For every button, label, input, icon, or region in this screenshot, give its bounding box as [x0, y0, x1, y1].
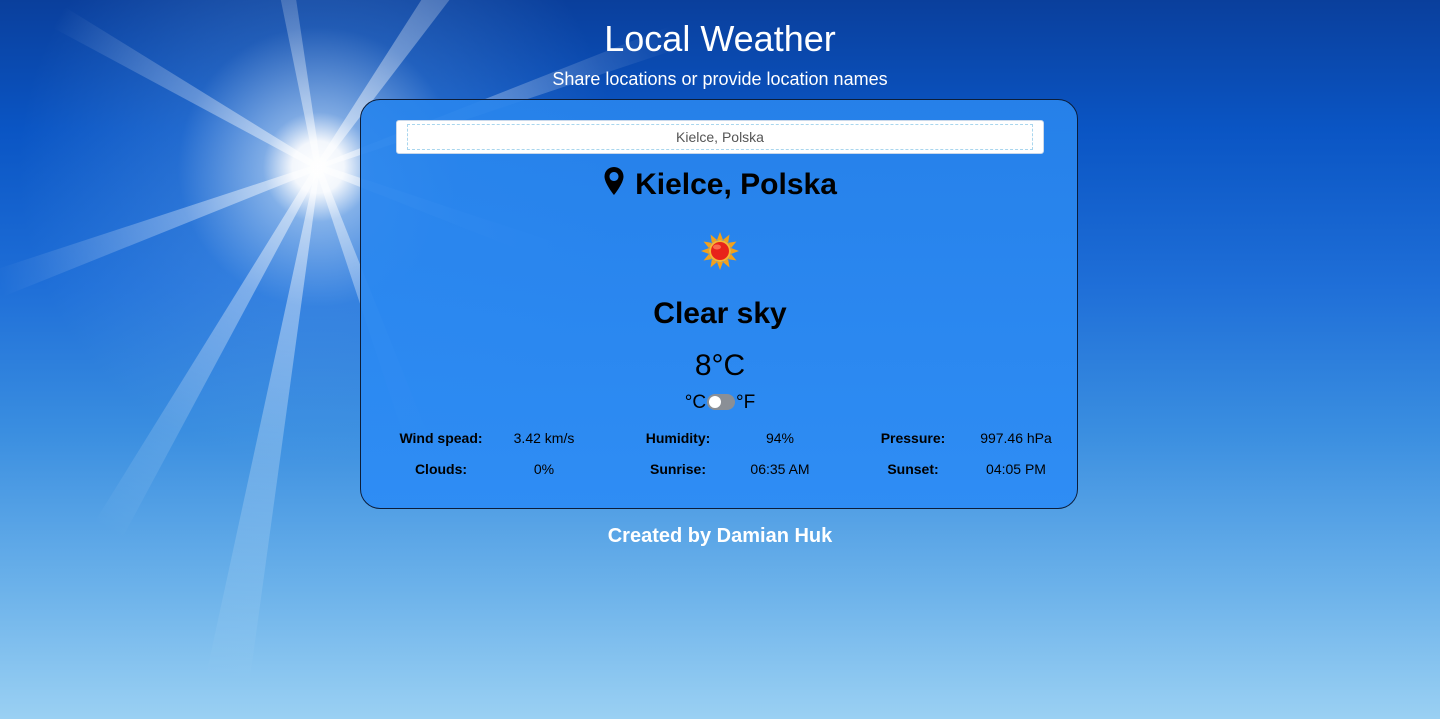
weather-condition: Clear sky: [653, 297, 787, 330]
location-name: Kielce, Polska: [635, 168, 837, 201]
unit-toggle: °C °F: [361, 392, 1079, 414]
page-header: Local Weather Share locations or provide…: [0, 18, 1440, 90]
page-subtitle: Share locations or provide location name…: [552, 69, 888, 89]
celsius-label: °C: [684, 392, 707, 413]
wind-speed-label: Wind spead:: [399, 430, 483, 446]
switch-knob: [709, 396, 722, 408]
wind-speed-value: 3.42 km/s: [513, 430, 575, 446]
humidity-label: Humidity:: [645, 430, 711, 446]
sunrise-value: 06:35 AM: [750, 461, 810, 477]
clouds-value: 0%: [533, 461, 555, 477]
map-pin-icon: [604, 167, 624, 195]
sun-icon: [701, 232, 739, 270]
sunset-value: 04:05 PM: [986, 461, 1046, 477]
sunrise-label: Sunrise:: [649, 461, 706, 477]
sunset-label: Sunset:: [887, 461, 939, 477]
author-credit: Created by Damian Huk: [607, 525, 833, 547]
weather-card: Kielce, Polska Clear sky 8°C: [360, 99, 1078, 509]
pressure-value: 997.46 hPa: [980, 430, 1052, 446]
temperature-value: 8°C: [694, 349, 746, 382]
fahrenheit-label: °F: [736, 392, 756, 413]
location-search-input[interactable]: [397, 121, 1043, 153]
humidity-value: 94%: [765, 430, 795, 446]
page-title: Local Weather: [604, 18, 836, 59]
location-search-box[interactable]: [396, 120, 1044, 154]
clouds-label: Clouds:: [414, 461, 468, 477]
pressure-label: Pressure:: [880, 430, 946, 446]
location-heading: Kielce, Polska: [361, 166, 1079, 204]
unit-switch[interactable]: [707, 394, 736, 410]
